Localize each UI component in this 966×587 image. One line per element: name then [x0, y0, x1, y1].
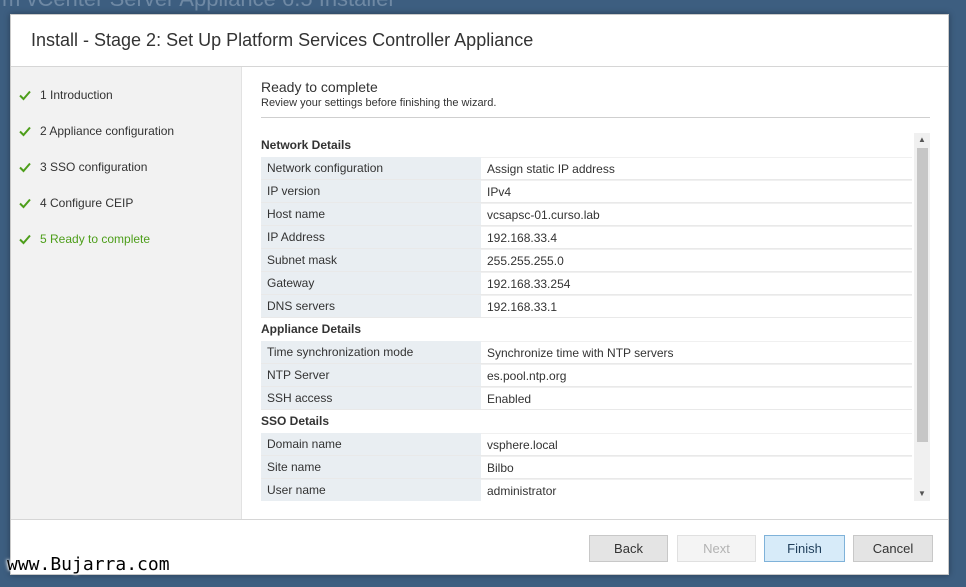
row-label: DNS servers: [261, 295, 481, 317]
row-label: NTP Server: [261, 364, 481, 386]
row-value: 192.168.33.4: [481, 226, 912, 248]
cancel-button[interactable]: Cancel: [853, 535, 933, 562]
heading-divider: [261, 117, 930, 118]
row-value: 192.168.33.1: [481, 295, 912, 317]
dialog-header: Install - Stage 2: Set Up Platform Servi…: [11, 15, 948, 67]
check-icon: [19, 234, 31, 245]
installer-background-title: m vCenter Server Appliance 6.5 Installer: [0, 0, 966, 14]
row-label: Subnet mask: [261, 249, 481, 271]
row-value: vsphere.local: [481, 433, 912, 455]
install-dialog: Install - Stage 2: Set Up Platform Servi…: [10, 14, 949, 575]
step-label: 3 SSO configuration: [40, 160, 148, 174]
row-label: User name: [261, 479, 481, 501]
row-value: administrator: [481, 479, 912, 501]
row-value: 255.255.255.0: [481, 249, 912, 271]
row-label: IP Address: [261, 226, 481, 248]
step-label: 4 Configure CEIP: [40, 196, 134, 210]
table-row: User name administrator: [261, 479, 912, 501]
step-label: 2 Appliance configuration: [40, 124, 175, 138]
wizard-steps-sidebar: 1 Introduction 2 Appliance configuration…: [11, 67, 242, 519]
check-icon: [19, 198, 31, 209]
row-value: Synchronize time with NTP servers: [481, 341, 912, 363]
row-value: es.pool.ntp.org: [481, 364, 912, 386]
dialog-title: Install - Stage 2: Set Up Platform Servi…: [31, 30, 534, 50]
check-icon: [19, 126, 31, 137]
row-value: Bilbo: [481, 456, 912, 478]
check-icon: [19, 162, 31, 173]
table-row: Network configuration Assign static IP ad…: [261, 157, 912, 180]
arrow-down-icon[interactable]: ▼: [914, 487, 930, 501]
network-details-title: Network Details: [261, 138, 352, 152]
table-row: IP version IPv4: [261, 180, 912, 203]
table-row: Gateway 192.168.33.254: [261, 272, 912, 295]
step-label: 1 Introduction: [40, 88, 113, 102]
scrollbar-thumb[interactable]: [917, 148, 928, 442]
row-label: SSH access: [261, 387, 481, 409]
table-row: IP Address 192.168.33.4: [261, 226, 912, 249]
page-subheading: Review your settings before finishing th…: [261, 97, 497, 109]
step-configure-ceip[interactable]: 4 Configure CEIP: [19, 193, 239, 213]
next-button[interactable]: Next: [677, 535, 756, 562]
step-ready-to-complete[interactable]: 5 Ready to complete: [19, 229, 239, 249]
row-label: Domain name: [261, 433, 481, 455]
row-value: 192.168.33.254: [481, 272, 912, 294]
table-row: Domain name vsphere.local: [261, 433, 912, 456]
row-label: Host name: [261, 203, 481, 225]
summary-scroll-area[interactable]: Network Details Network configuration Ass…: [261, 134, 912, 501]
step-sso-configuration[interactable]: 3 SSO configuration: [19, 157, 239, 177]
table-row: Time synchronization mode Synchronize tim…: [261, 341, 912, 364]
finish-button[interactable]: Finish: [764, 535, 845, 562]
vertical-scrollbar[interactable]: ▲ ▼: [914, 133, 930, 501]
table-row: DNS servers 192.168.33.1: [261, 295, 912, 318]
row-label: IP version: [261, 180, 481, 202]
back-button[interactable]: Back: [589, 535, 668, 562]
row-value: vcsapsc-01.curso.lab: [481, 203, 912, 225]
page-heading: Ready to complete: [261, 79, 378, 95]
row-label: Time synchronization mode: [261, 341, 481, 363]
table-row: NTP Server es.pool.ntp.org: [261, 364, 912, 387]
row-label: Site name: [261, 456, 481, 478]
row-label: Gateway: [261, 272, 481, 294]
row-value: Enabled: [481, 387, 912, 409]
table-row: SSH access Enabled: [261, 387, 912, 410]
step-label: 5 Ready to complete: [40, 232, 151, 246]
row-value: IPv4: [481, 180, 912, 202]
table-row: Subnet mask 255.255.255.0: [261, 249, 912, 272]
table-row: Site name Bilbo: [261, 456, 912, 479]
check-icon: [19, 90, 31, 101]
arrow-up-icon[interactable]: ▲: [914, 133, 930, 147]
row-label: Network configuration: [261, 157, 481, 179]
appliance-details-title: Appliance Details: [261, 322, 362, 336]
step-introduction[interactable]: 1 Introduction: [19, 85, 239, 105]
step-appliance-configuration[interactable]: 2 Appliance configuration: [19, 121, 239, 141]
table-row: Host name vcsapsc-01.curso.lab: [261, 203, 912, 226]
sso-details-title: SSO Details: [261, 414, 330, 428]
row-value: Assign static IP address: [481, 157, 912, 179]
wizard-content: Ready to complete Review your settings b…: [242, 67, 949, 519]
watermark: www.Bujarra.com: [7, 554, 170, 575]
